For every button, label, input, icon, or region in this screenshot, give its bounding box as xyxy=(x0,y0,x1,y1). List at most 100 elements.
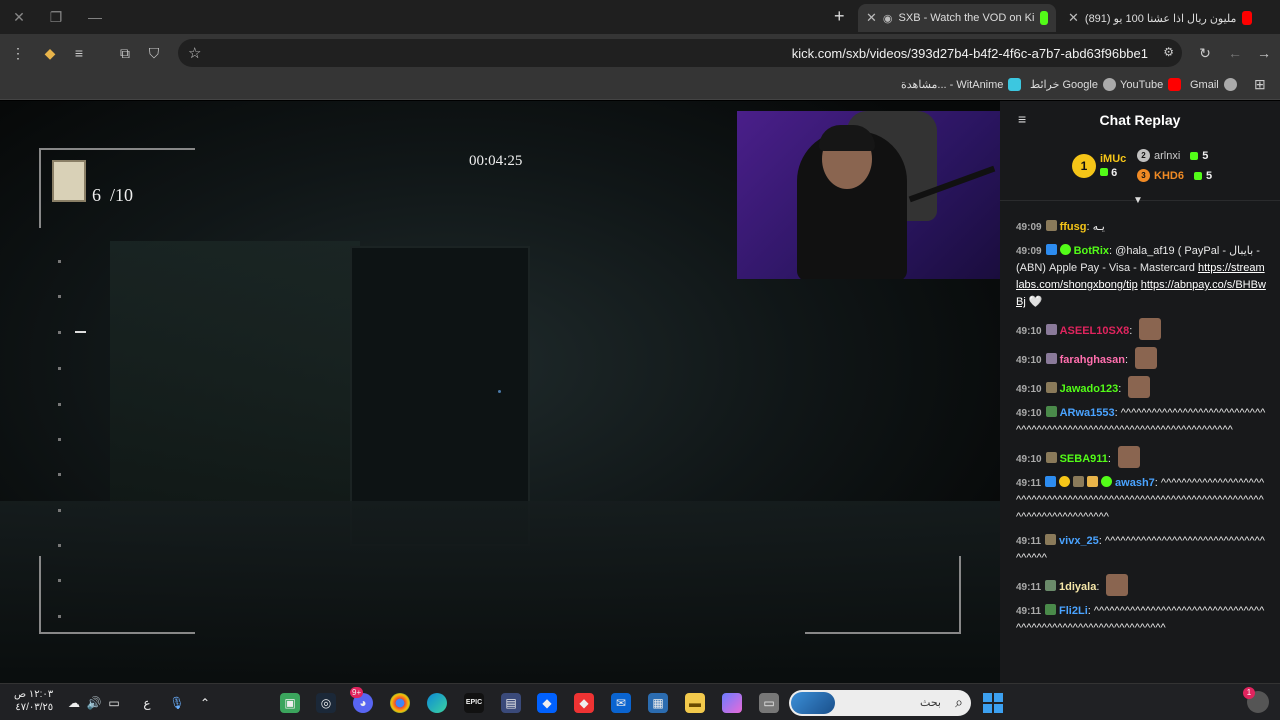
message-username[interactable]: farahghasan xyxy=(1060,354,1125,366)
app-icon[interactable]: ▤ xyxy=(501,693,521,713)
cloud-icon[interactable]: ☁ xyxy=(64,693,84,713)
bookmark-star-icon[interactable]: ☆ xyxy=(188,44,201,62)
close-tab-icon[interactable]: ✕ xyxy=(1068,10,1079,26)
url-text: kick.com/sxb/videos/393d27b4-b4f2-4f6c-a… xyxy=(791,46,1148,61)
network-icon[interactable]: ▭ xyxy=(104,693,124,713)
kick-favicon-icon xyxy=(1040,11,1048,25)
back-icon[interactable]: → xyxy=(1254,43,1274,63)
red-app-icon[interactable]: ◆ xyxy=(574,693,594,713)
hud-tick xyxy=(58,331,61,334)
extensions-puzzle-icon[interactable]: ⧉ xyxy=(115,43,135,63)
sub-badge-icon xyxy=(1045,604,1057,615)
chat-message: 49:10 farahghasan: xyxy=(1016,347,1266,369)
reading-list-icon[interactable]: ≡ xyxy=(69,43,89,63)
tab-youtube[interactable]: ✕ (891) مليون ريال اذا عشنا 100 يو xyxy=(1060,4,1260,32)
message-username[interactable]: ASEEL10SX8 xyxy=(1060,325,1130,337)
steam-icon[interactable]: ◎ xyxy=(316,693,336,713)
message-username[interactable]: BotRix xyxy=(1074,245,1109,257)
discord-icon[interactable]: ◕ 9+ xyxy=(350,687,373,713)
copilot-icon[interactable] xyxy=(722,693,742,713)
xbox-app-icon[interactable]: ▣ xyxy=(280,693,300,713)
chat-message: 49:10 Jawado123: xyxy=(1016,376,1266,398)
new-tab-button[interactable]: + xyxy=(834,7,845,25)
bookmark-witanime[interactable]: مشاهدة... - WitAnime xyxy=(901,78,1022,91)
hud-tick xyxy=(58,509,61,512)
chat-message: 49:09 ffusg: يـه xyxy=(1016,220,1105,233)
close-window-icon[interactable]: ✕ xyxy=(10,8,28,26)
notification-count: 1 xyxy=(1243,687,1255,699)
tab-kick[interactable]: ✕ ◉ SXB - Watch the VOD on Ki xyxy=(858,4,1056,32)
minimize-window-icon[interactable]: — xyxy=(86,8,104,26)
bookmark-label: خرائط Google xyxy=(1030,79,1098,91)
collapse-leaderboard-icon[interactable]: ▼ xyxy=(1133,195,1143,206)
chat-title: Chat Replay xyxy=(1099,112,1181,128)
forward-icon[interactable]: ← xyxy=(1225,43,1245,63)
epic-games-icon[interactable]: EPIC xyxy=(464,693,484,713)
shield-icon[interactable]: ⛉ xyxy=(144,43,164,63)
streamer-headphones xyxy=(819,125,875,151)
chat-message: 49:11 Fli2Li: ^^^^^^^^^^^^^^^^^^^^^^^^^^^… xyxy=(1016,604,1265,634)
leader-3[interactable]: 3 KHD6 5 xyxy=(1137,169,1212,182)
hud-frame-bottom-right xyxy=(805,556,961,634)
message-time: 49:09 xyxy=(1016,222,1042,233)
window-app-icon[interactable]: ▭ xyxy=(759,693,779,713)
message-username[interactable]: vivx_25 xyxy=(1059,535,1099,547)
message-username[interactable]: ffusg xyxy=(1060,221,1087,233)
edge-icon[interactable] xyxy=(427,693,447,713)
windows-logo-tile xyxy=(983,704,992,713)
medal-badge-icon xyxy=(1059,476,1071,487)
close-tab-icon[interactable]: ✕ xyxy=(866,10,877,26)
message-username[interactable]: 1diyala xyxy=(1059,581,1096,593)
collected-total: /10 xyxy=(110,185,134,205)
video-player[interactable]: 6 /10 00:04:25 xyxy=(0,101,1000,683)
hud-tick xyxy=(58,295,61,298)
volume-icon[interactable]: 🔊 xyxy=(84,693,104,713)
dropbox-icon[interactable]: ◆ xyxy=(537,693,557,713)
store-icon[interactable]: ▦ xyxy=(648,693,668,713)
reload-icon[interactable]: ↻ xyxy=(1195,43,1215,63)
outlook-icon[interactable]: ✉ xyxy=(611,693,631,713)
bookmark-gmail[interactable]: Gmail xyxy=(1190,78,1237,91)
heart-emoji: 🤍 xyxy=(1028,296,1043,308)
tab-title: (891) مليون ريال اذا عشنا 100 يو xyxy=(1084,12,1237,25)
message-username[interactable]: SEBA911 xyxy=(1060,453,1108,465)
hud-tick xyxy=(58,260,61,263)
menu-icon[interactable]: ⋮ xyxy=(8,43,28,63)
youtube-favicon-icon xyxy=(1242,11,1252,25)
apps-grid-icon[interactable]: ⊞ xyxy=(1254,76,1266,93)
message-username[interactable]: ARwa1553 xyxy=(1060,407,1115,419)
notifications-icon[interactable]: 1 xyxy=(1243,687,1269,713)
taskbar-search[interactable]: بحث ⌕ xyxy=(789,690,971,716)
extension-icon[interactable]: ◆ xyxy=(40,43,60,63)
message-time: 49:11 xyxy=(1016,536,1042,547)
message-username[interactable]: Jawado123 xyxy=(1060,383,1119,395)
site-settings-icon[interactable]: ⚙ xyxy=(1163,45,1174,59)
globe-icon xyxy=(1223,78,1237,91)
chrome-icon[interactable] xyxy=(390,693,410,713)
sub-badge-icon xyxy=(1045,220,1057,231)
message-username[interactable]: Fli2Li xyxy=(1059,605,1088,617)
address-bar[interactable]: ☆ kick.com/sxb/videos/393d27b4-b4f2-4f6c… xyxy=(178,39,1182,67)
hud-tick xyxy=(58,473,61,476)
input-language[interactable]: ع xyxy=(137,693,157,713)
file-explorer-icon[interactable]: ▬ xyxy=(685,693,705,713)
hud-frame-bottom-left xyxy=(39,556,195,634)
show-hidden-icons[interactable]: ⌃ xyxy=(195,693,215,713)
windows-logo-tile xyxy=(983,693,992,702)
bookmark-youtube[interactable]: YouTube xyxy=(1120,78,1182,91)
sub-badge-icon xyxy=(1045,406,1057,417)
collectible-counter: 6 /10 xyxy=(92,185,133,206)
clock-time: ١٢:٠٣ ص xyxy=(14,689,54,700)
bookmark-google-maps[interactable]: خرائط Google xyxy=(1030,78,1116,91)
leader-2[interactable]: 2 arlnxi 5 xyxy=(1137,149,1208,162)
game-timer: 00:04:25 xyxy=(469,153,523,169)
windows-start-icon[interactable] xyxy=(983,693,1003,713)
restore-window-icon[interactable]: ❐ xyxy=(47,8,65,26)
sub-badge-icon xyxy=(1045,452,1057,463)
clock[interactable]: ١٢:٠٣ ص ٤٧/٠٣/٢٥ xyxy=(14,688,53,714)
gift-icon xyxy=(1190,151,1199,160)
message-username[interactable]: awash7 xyxy=(1115,477,1155,489)
microphone-icon[interactable]: 🎙 xyxy=(167,693,187,713)
leader-1[interactable]: 1 iMUc 6 xyxy=(1072,153,1126,179)
tab-strip: ✕ ❐ — + ✕ ◉ SXB - Watch the VOD on Ki ✕ … xyxy=(0,0,1280,34)
